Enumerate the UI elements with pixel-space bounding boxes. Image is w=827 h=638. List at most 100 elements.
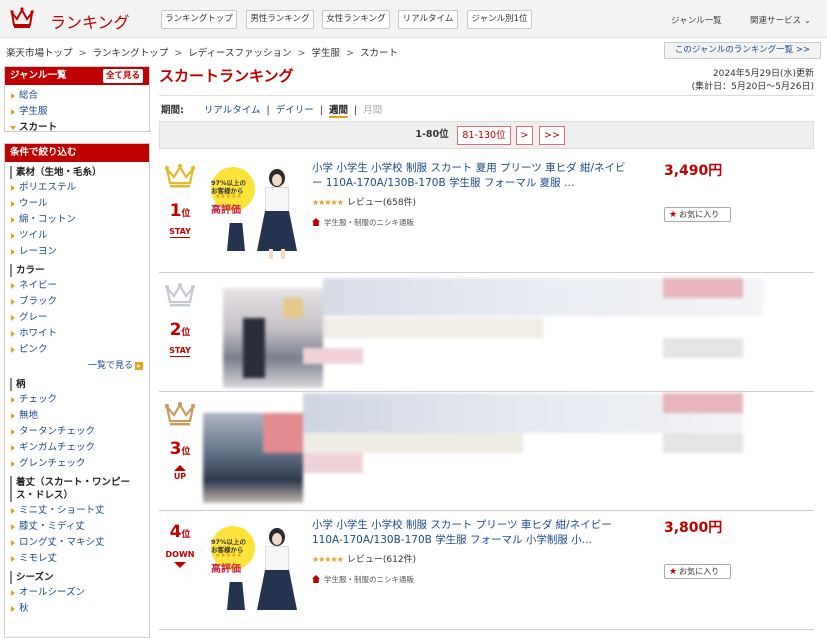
filter-navy[interactable]: ネイビー: [5, 278, 149, 294]
genre-item-uniform[interactable]: 学生服: [5, 104, 149, 120]
chevron-down-icon: ⌄: [803, 16, 811, 26]
filter-autumn[interactable]: 秋: [5, 601, 149, 617]
skirt-product-shape: [227, 582, 245, 610]
rating-stars-icon: ★★★★★: [312, 555, 344, 564]
breadcrumb: 楽天市場トップ > ランキングトップ > レディースファッション > 学生服 > スカート: [6, 48, 399, 59]
pager-81-130[interactable]: 81-130位: [457, 126, 511, 145]
tab-female-ranking[interactable]: 女性ランキング: [322, 10, 390, 29]
filter-tartan[interactable]: タータンチェック: [5, 424, 149, 440]
breadcrumb-ranking-top[interactable]: ランキングトップ: [92, 48, 168, 59]
ranking-item-1: 1位 STAY 97%以上の お客様から ★★★★★ 高評価 小学 小学生 小学校…: [159, 155, 814, 273]
review-count: レビュー(658件): [346, 198, 417, 208]
rank-digit: 4: [169, 522, 182, 542]
badge-line1: 97%以上の: [211, 179, 247, 187]
shop-house-icon: [312, 218, 320, 226]
show-all-button[interactable]: 全て見る: [102, 69, 143, 83]
filter-gingham[interactable]: ギンガムチェック: [5, 440, 149, 456]
product-price: 3,490円: [664, 163, 723, 179]
filter-wool[interactable]: ウール: [5, 196, 149, 212]
review-summary[interactable]: ★★★★★ レビュー(612件): [312, 552, 416, 565]
breadcrumb-rakuten-top[interactable]: 楽天市場トップ: [6, 48, 73, 59]
show-list-label: 一覧で見る: [87, 361, 133, 371]
genre-box-title: ジャンル一覧: [10, 70, 67, 81]
tab-ranking-top[interactable]: ランキングトップ: [161, 10, 237, 29]
ranking-logo-text[interactable]: ランキング: [50, 9, 130, 33]
genre-list-link[interactable]: ジャンル一覧: [671, 14, 722, 26]
favorite-button[interactable]: ★ お気に入り: [664, 564, 731, 579]
filter-all-season[interactable]: オールシーズン: [5, 585, 149, 601]
filter-pink[interactable]: ピンク: [5, 342, 149, 358]
rank-number: 4位: [163, 522, 197, 542]
shop-name: 学生服・制服のニシキ通販: [324, 575, 414, 584]
breadcrumb-ladies[interactable]: レディースファッション: [188, 48, 291, 59]
stay-underline: [170, 237, 190, 238]
period-label: 期間:: [161, 105, 184, 116]
genre-item-skirt: スカート: [5, 120, 149, 136]
badge-highly-rated: 高評価: [211, 564, 241, 575]
filter-long[interactable]: ロング丈・マキシ丈: [5, 535, 149, 551]
period-weekly[interactable]: 週間: [328, 105, 348, 118]
badge-stars: ★★★★★: [215, 193, 242, 200]
related-services-menu[interactable]: 関連サービス ⌄: [750, 14, 811, 26]
related-services-label: 関連サービス: [750, 16, 802, 26]
shop-link[interactable]: 学生服・制服のニシキ通販: [312, 574, 414, 585]
rank-status: STAY: [163, 346, 197, 357]
product-image[interactable]: 97%以上の お客様から ★★★★★ 高評価: [207, 163, 303, 259]
filter-black[interactable]: ブラック: [5, 294, 149, 310]
period-realtime[interactable]: リアルタイム: [204, 105, 261, 116]
pager-last-button[interactable]: >>: [539, 126, 565, 145]
silver-crown-icon: [165, 283, 195, 307]
tab-genre-first[interactable]: ジャンル別1位: [467, 10, 532, 29]
favorite-label: お気に入り: [679, 210, 720, 219]
rating-stars-icon: ★★★★★: [312, 198, 344, 207]
filter-group-season: シーズン: [10, 571, 143, 584]
genre-item-overall[interactable]: 総合: [5, 88, 149, 104]
model-face: [272, 174, 282, 186]
filter-plain[interactable]: 無地: [5, 408, 149, 424]
pager: 1-80位 81-130位 > >>: [159, 121, 814, 149]
shop-link[interactable]: 学生服・制服のニシキ通販: [312, 217, 414, 228]
product-title-link[interactable]: 小学 小学生 小学校 制服 スカート 夏用 プリーツ 車ヒダ 紺/ネイビー 11…: [312, 161, 636, 191]
review-summary[interactable]: ★★★★★ レビュー(658件): [312, 195, 416, 208]
rank-suffix: 位: [181, 209, 191, 219]
pager-next-button[interactable]: >: [516, 126, 533, 145]
period-daily[interactable]: デイリー: [276, 105, 314, 116]
crown-logo-icon[interactable]: [10, 6, 34, 30]
favorite-label: お気に入り: [679, 567, 720, 576]
model-shirt: [265, 187, 289, 213]
top-bar: ランキング ランキングトップ 男性ランキング 女性ランキング リアルタイム ジャ…: [0, 0, 827, 38]
bronze-crown-icon: [165, 402, 195, 426]
filter-check[interactable]: チェック: [5, 392, 149, 408]
filter-cotton[interactable]: 綿・コットン: [5, 212, 149, 228]
color-show-list-link[interactable]: 一覧で見る ▸: [5, 358, 149, 374]
product-title-link[interactable]: 小学 小学生 小学校 制服 スカート プリーツ 車ヒダ 紺/ネイビー 110A-…: [312, 518, 636, 548]
filter-gray[interactable]: グレー: [5, 310, 149, 326]
arrow-right-icon: ▸: [135, 362, 143, 370]
genre-box: ジャンル一覧 全て見る 総合 学生服 スカート: [4, 66, 150, 133]
filter-midi[interactable]: ミモレ丈: [5, 551, 149, 567]
filter-twill[interactable]: ツイル: [5, 228, 149, 244]
rank-suffix: 位: [181, 447, 191, 457]
tab-realtime[interactable]: リアルタイム: [398, 10, 458, 29]
rank-status: STAY: [163, 227, 197, 238]
rank-digit: 3: [169, 439, 182, 459]
model-skirt: [257, 570, 297, 610]
filter-glen-check[interactable]: グレンチェック: [5, 456, 149, 472]
filter-mini[interactable]: ミニ丈・ショート丈: [5, 503, 149, 519]
breadcrumb-uniform[interactable]: 学生服: [312, 48, 341, 59]
genre-ranking-list-link[interactable]: このジャンルのランキング一覧 >>: [664, 42, 821, 59]
favorite-button[interactable]: ★ お気に入り: [664, 207, 731, 222]
filter-white[interactable]: ホワイト: [5, 326, 149, 342]
gold-crown-icon: [165, 164, 195, 188]
filter-group-material: 素材（生地・毛糸）: [10, 166, 143, 179]
period-selector: 期間: リアルタイム | デイリー | 週間 | 月間: [161, 105, 383, 118]
badge-line1: 97%以上の: [211, 538, 247, 546]
product-image[interactable]: 97%以上の お客様から ★★★★★ 高評価: [207, 522, 303, 618]
rank-number: 1位: [163, 201, 197, 221]
blurred-product-content: [203, 393, 763, 505]
filter-rayon[interactable]: レーヨン: [5, 244, 149, 260]
filter-polyester[interactable]: ポリエステル: [5, 180, 149, 196]
filter-knee[interactable]: 膝丈・ミディ丈: [5, 519, 149, 535]
star-icon: ★: [669, 210, 678, 220]
tab-male-ranking[interactable]: 男性ランキング: [246, 10, 314, 29]
